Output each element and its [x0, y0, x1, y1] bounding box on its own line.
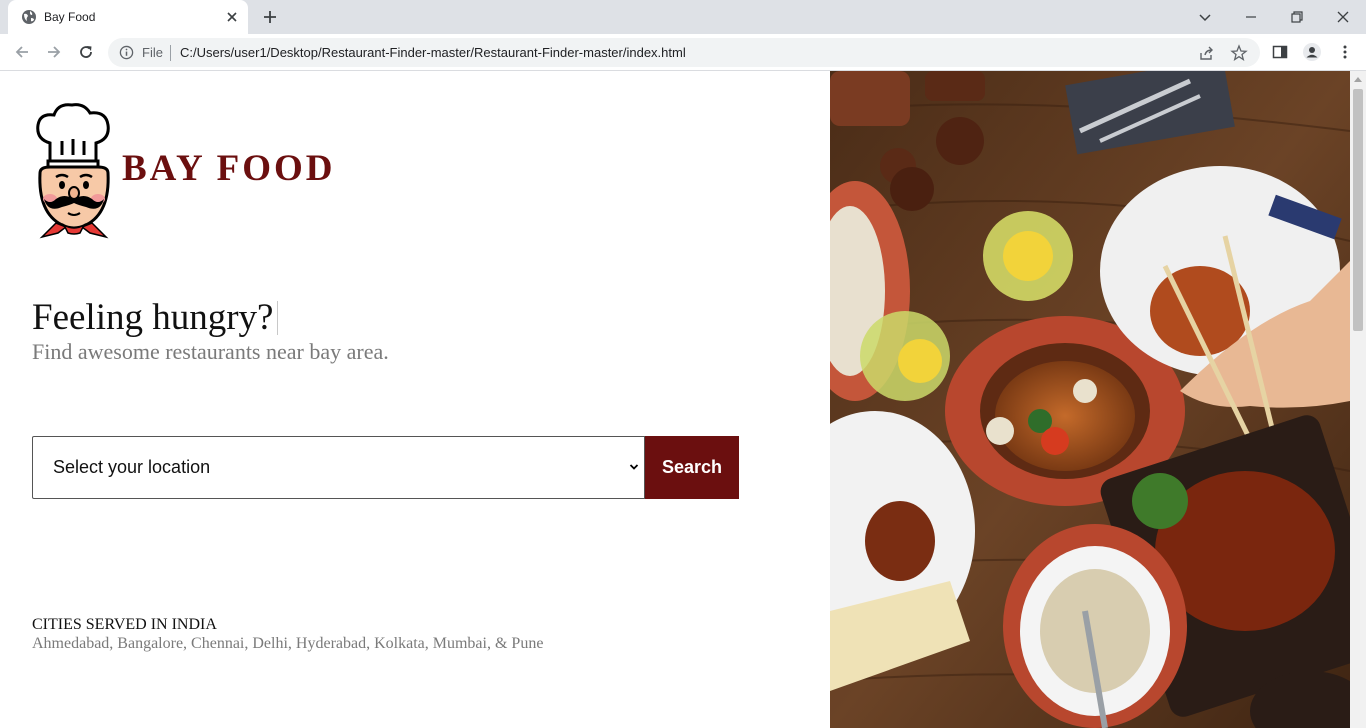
omnibox-divider: [170, 45, 171, 61]
share-icon[interactable]: [1198, 44, 1216, 62]
tab-bay-food[interactable]: Bay Food: [8, 0, 248, 34]
back-icon[interactable]: [12, 42, 32, 62]
page-subtitle: Find awesome restaurants near bay area.: [32, 339, 389, 364]
minimize-icon[interactable]: [1241, 7, 1261, 27]
chevron-down-icon: [629, 464, 639, 470]
info-icon[interactable]: [119, 45, 134, 60]
plus-icon[interactable]: [260, 7, 280, 27]
url-text[interactable]: C:/Users/user1/Desktop/Restaurant-Finder…: [180, 45, 686, 60]
scheme-label: File: [142, 45, 163, 60]
typing-caret: [277, 301, 279, 335]
brand-name: BAY FOOD: [122, 148, 336, 189]
profile-icon[interactable]: [1302, 42, 1322, 62]
address-bar[interactable]: File C:/Users/user1/Desktop/Restaurant-F…: [108, 38, 1260, 67]
headline-text: Feeling hungry?: [32, 297, 274, 338]
scroll-up-icon[interactable]: [1354, 76, 1362, 82]
hero-left-panel: BAY FOOD Feeling hungry? Find awesome re…: [0, 71, 830, 728]
forward-icon[interactable]: [44, 42, 64, 62]
page-title: Feeling hungry?: [32, 296, 279, 339]
cities-heading: CITIES SERVED IN INDIA: [32, 616, 217, 633]
page-viewport: BAY FOOD Feeling hungry? Find awesome re…: [0, 71, 1366, 728]
tab-title: Bay Food: [44, 10, 96, 24]
close-icon[interactable]: [224, 9, 240, 25]
restore-icon[interactable]: [1287, 7, 1307, 27]
close-icon[interactable]: [1333, 7, 1353, 27]
hero-food-photo: [830, 71, 1350, 728]
side-panel-icon[interactable]: [1270, 42, 1290, 62]
chevron-down-icon[interactable]: [1195, 7, 1215, 27]
search-button[interactable]: Search: [645, 436, 739, 499]
location-select-value: Select your location: [53, 457, 211, 477]
page-scrollbar[interactable]: [1350, 71, 1366, 728]
chef-logo: [36, 103, 110, 239]
reload-icon[interactable]: [76, 42, 96, 62]
globe-icon: [22, 10, 36, 24]
location-select[interactable]: Select your location: [32, 436, 645, 499]
menu-icon[interactable]: [1335, 42, 1355, 62]
browser-toolbar: File C:/Users/user1/Desktop/Restaurant-F…: [0, 34, 1366, 71]
tab-strip: Bay Food: [0, 0, 1366, 34]
scrollbar-thumb[interactable]: [1353, 89, 1363, 331]
star-icon[interactable]: [1230, 44, 1248, 62]
cities-list: Ahmedabad, Bangalore, Chennai, Delhi, Hy…: [32, 635, 544, 652]
